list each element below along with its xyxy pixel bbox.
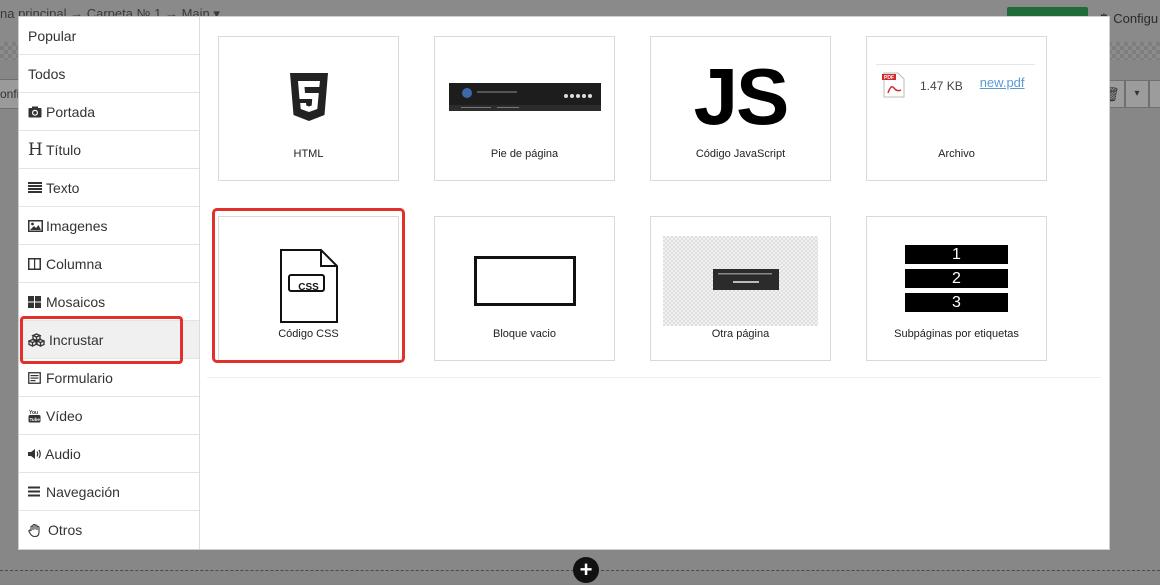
- camera-icon: [28, 104, 44, 120]
- sidebar-item-label: Imagenes: [46, 217, 108, 234]
- footer-preview: [435, 47, 614, 147]
- add-block-button[interactable]: +: [573, 557, 599, 583]
- sidebar-item-popular[interactable]: Popular: [19, 17, 199, 55]
- card-label: Subpáginas por etiquetas: [894, 328, 1019, 340]
- card-label: Código JavaScript: [695, 148, 786, 160]
- row-divider: [207, 377, 1101, 378]
- sidebar-item-imagenes[interactable]: Imagenes: [19, 207, 199, 245]
- sidebar-item-navegacion[interactable]: Navegación: [19, 473, 199, 511]
- sidebar-item-video[interactable]: You Tube Vídeo: [19, 397, 199, 435]
- tiles-icon: [28, 294, 44, 310]
- sidebar-item-texto[interactable]: Texto: [19, 169, 199, 207]
- hand-icon: [28, 522, 46, 538]
- add-block-modal: Popular Todos Portada H Título Texto Ima…: [18, 16, 1110, 550]
- card-label: Bloque vacio: [493, 328, 556, 340]
- html5-icon: [219, 47, 398, 147]
- cubes-icon: [28, 332, 47, 348]
- file-size: 1.47 KB: [920, 79, 963, 93]
- sidebar-item-label: Popular: [28, 27, 77, 44]
- block-side-tab[interactable]: [1149, 80, 1160, 108]
- image-icon: [28, 218, 44, 234]
- list-number: 1: [952, 246, 961, 263]
- card-otra-pagina[interactable]: Otra página: [650, 216, 831, 361]
- sidebar-item-label: Vídeo: [46, 407, 83, 424]
- file-link[interactable]: new.pdf: [980, 75, 1025, 90]
- sidebar-item-audio[interactable]: Audio: [19, 435, 199, 473]
- text-lines-icon: [28, 180, 44, 196]
- numbered-list-icon: 1 2 3: [867, 227, 1046, 327]
- card-label: HTML: [293, 148, 324, 160]
- sidebar-item-mosaicos[interactable]: Mosaicos: [19, 283, 199, 321]
- block-gallery: HTML Pie de página JS Código JavaScript …: [201, 17, 1109, 549]
- card-label: Otra página: [711, 328, 770, 340]
- list-number: 3: [952, 294, 961, 311]
- js-glyph: JS: [693, 52, 790, 141]
- list-bar: 3: [905, 293, 1008, 312]
- sidebar-item-portada[interactable]: Portada: [19, 93, 199, 131]
- sidebar-item-label: Texto: [46, 179, 80, 196]
- empty-block-icon: [435, 227, 614, 327]
- svg-text:PDF: PDF: [884, 75, 894, 81]
- sidebar-item-label: Otros: [48, 522, 83, 538]
- sidebar-item-formulario[interactable]: Formulario: [19, 359, 199, 397]
- heading-icon: H: [28, 139, 43, 160]
- sidebar-item-titulo[interactable]: H Título: [19, 131, 199, 169]
- sidebar-item-label: Columna: [46, 255, 103, 272]
- sidebar-item-label: Título: [46, 141, 82, 158]
- sidebar-item-label: Portada: [46, 103, 96, 120]
- sidebar-item-todos[interactable]: Todos: [19, 55, 199, 93]
- sidebar-item-label: Todos: [28, 65, 66, 82]
- card-label: Código CSS: [278, 328, 339, 340]
- js-icon: JS: [651, 47, 830, 147]
- sidebar-item-label: Navegación: [46, 483, 120, 500]
- card-archivo[interactable]: PDF 1.47 KB new.pdf Archivo: [866, 36, 1047, 181]
- list-number: 2: [952, 270, 961, 287]
- card-label: Archivo: [938, 148, 975, 160]
- card-label: Pie de página: [490, 148, 559, 160]
- menu-icon: [28, 484, 44, 500]
- css-glyph: CSS: [298, 282, 319, 293]
- card-bloque-vacio[interactable]: Bloque vacio: [434, 216, 615, 361]
- chevron-down-icon[interactable]: ▾: [1125, 80, 1149, 108]
- pdf-file-icon: PDF: [881, 72, 907, 103]
- file-preview: PDF 1.47 KB new.pdf: [876, 64, 1035, 101]
- youtube-icon: You Tube: [28, 408, 44, 424]
- sidebar-item-label: Formulario: [46, 369, 113, 386]
- other-page-preview: [651, 227, 830, 327]
- sidebar-item-label: Audio: [45, 445, 81, 462]
- sidebar-item-label: Mosaicos: [46, 293, 106, 310]
- columns-icon: [28, 256, 44, 272]
- list-bar: 2: [905, 269, 1008, 288]
- list-bar: 1: [905, 245, 1008, 264]
- css-file-icon: CSS: [219, 227, 398, 327]
- sidebar-item-otros[interactable]: Otros: [19, 511, 199, 549]
- card-codigo-javascript[interactable]: JS Código JavaScript: [650, 36, 831, 181]
- form-icon: [28, 370, 44, 386]
- card-pie-de-pagina[interactable]: Pie de página: [434, 36, 615, 181]
- volume-icon: [28, 446, 43, 462]
- card-html[interactable]: HTML: [218, 36, 399, 181]
- sidebar-item-label: Incrustar: [49, 331, 104, 348]
- configure-label: Configu: [1113, 11, 1159, 26]
- category-sidebar: Popular Todos Portada H Título Texto Ima…: [19, 17, 200, 549]
- card-subpaginas-por-etiquetas[interactable]: 1 2 3 Subpáginas por etiquetas: [866, 216, 1047, 361]
- card-codigo-css[interactable]: CSS Código CSS: [218, 216, 399, 361]
- svg-text:Tube: Tube: [30, 416, 41, 421]
- sidebar-item-columna[interactable]: Columna: [19, 245, 199, 283]
- sidebar-item-incrustar[interactable]: Incrustar: [19, 321, 199, 359]
